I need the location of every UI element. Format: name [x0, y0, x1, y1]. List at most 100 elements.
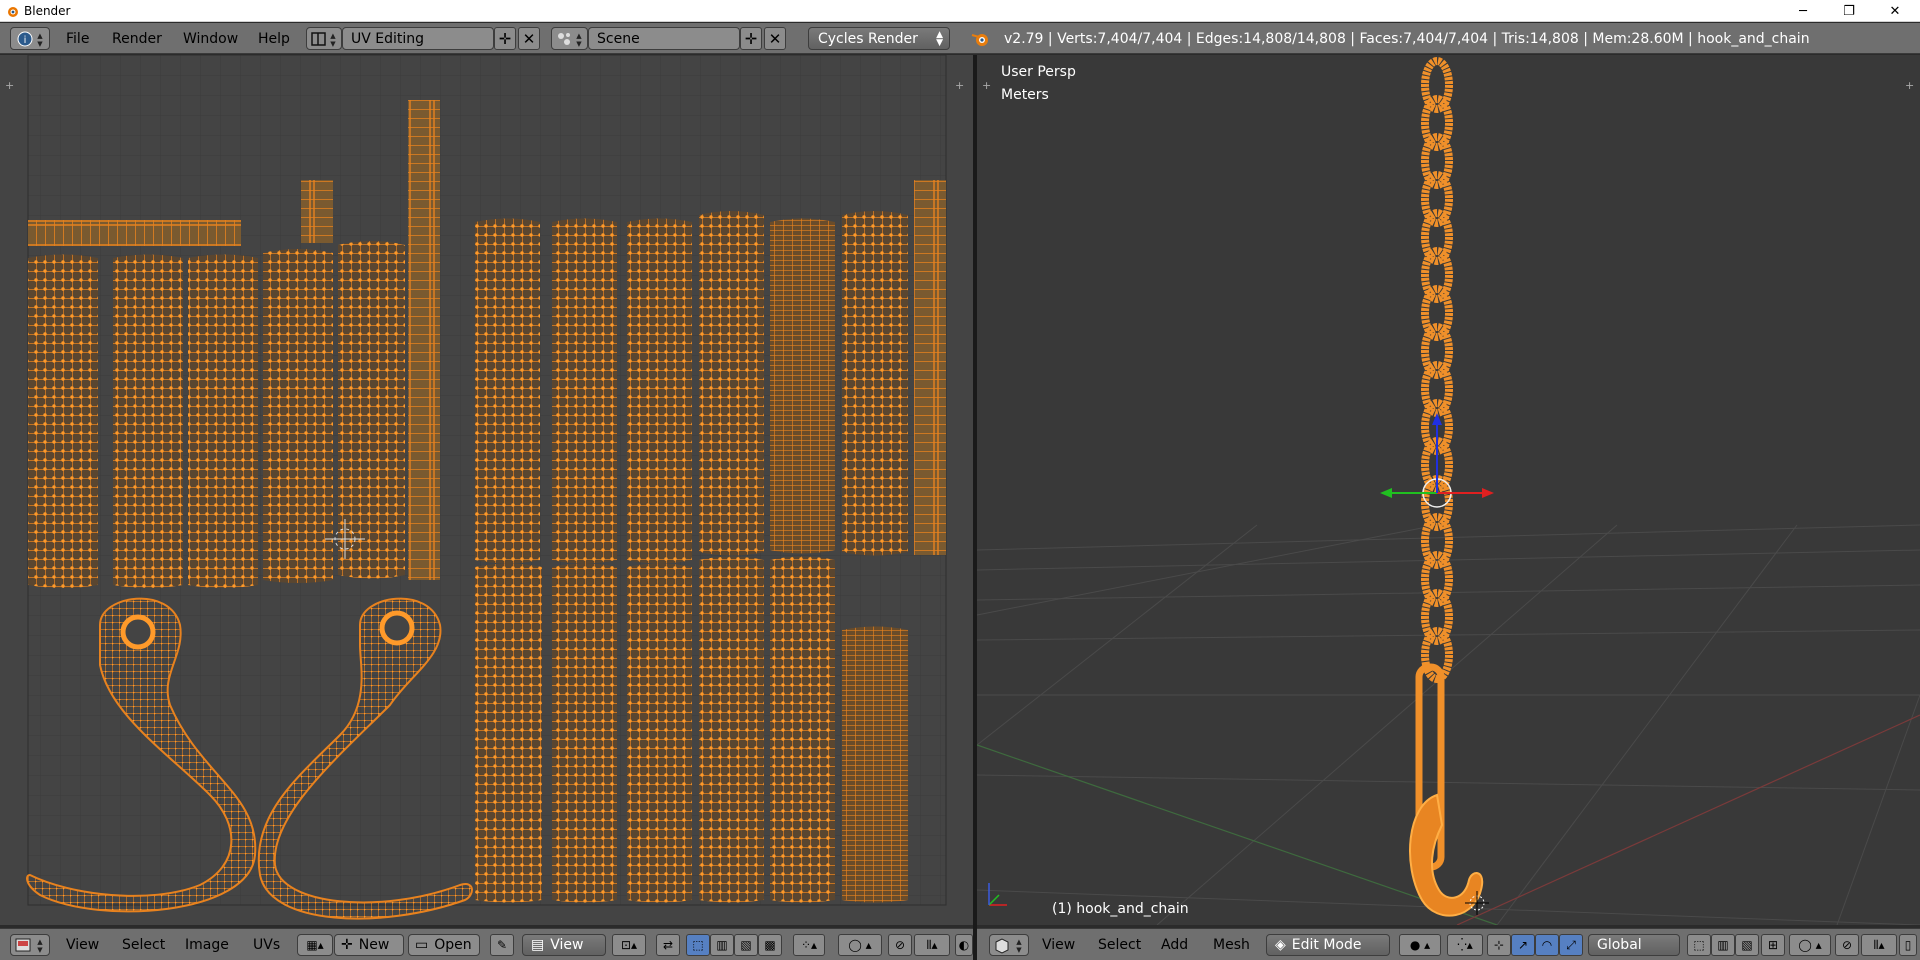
- uv-image-editor[interactable]: + +: [0, 55, 973, 925]
- 3d-menu-add[interactable]: Add: [1157, 934, 1192, 956]
- pin-icon: ✎: [496, 938, 508, 952]
- open-image-button[interactable]: ▭ Open: [408, 934, 480, 956]
- solid-shading-icon: ● ▴: [1409, 938, 1431, 952]
- face-select-mode-button[interactable]: ▧: [734, 934, 758, 956]
- editor-type-selector[interactable]: ▲ ▼: [989, 934, 1029, 956]
- blender-logo-icon: [8, 6, 18, 17]
- render-pass-button[interactable]: ◐: [955, 934, 973, 956]
- snap-toggle-button[interactable]: ⊘: [1835, 934, 1859, 956]
- snap-icon: ⊘: [1841, 938, 1853, 952]
- properties-toggle-icon[interactable]: +: [955, 79, 964, 92]
- proportional-editing-dropdown[interactable]: ◯ ▴: [1789, 934, 1831, 956]
- new-image-label: New: [358, 937, 390, 953]
- render-layer-icon: ◐: [958, 938, 970, 952]
- scene-icon: ▲▼: [557, 32, 582, 48]
- 3d-viewport[interactable]: + + User Persp Meters (1) hook_and_chain: [977, 55, 1920, 925]
- edge-select-icon: ▥: [1717, 938, 1729, 952]
- close-button[interactable]: ✕: [1872, 0, 1918, 22]
- image-icon: ▦▴: [306, 938, 324, 952]
- editor-type-selector[interactable]: i ▲ ▼: [10, 27, 50, 50]
- viewport-shading-dropdown[interactable]: ● ▴: [1399, 934, 1441, 956]
- 3d-menu-select[interactable]: Select: [1094, 934, 1145, 956]
- svg-text:▲: ▲: [37, 938, 43, 946]
- scene-browse-button[interactable]: ▲ ▼: [551, 27, 588, 50]
- render-engine-label: Cycles Render: [818, 30, 918, 47]
- view-mode-dropdown[interactable]: ▤ View: [522, 934, 606, 956]
- uv-menu-view[interactable]: View: [62, 934, 103, 956]
- uv-menu-image[interactable]: Image: [181, 934, 233, 956]
- translate-manipulator-button[interactable]: ↗: [1511, 934, 1535, 956]
- proportional-editing-icon: ◯ ▴: [848, 938, 872, 952]
- manipulator-icon: ⊹: [1493, 938, 1505, 952]
- menu-render[interactable]: Render: [108, 27, 166, 50]
- uv-island: [699, 556, 764, 903]
- image-browse-button[interactable]: ▦▴: [297, 934, 333, 956]
- svg-text:▲: ▲: [37, 32, 43, 40]
- transform-orientation-dropdown[interactable]: Global: [1588, 934, 1680, 956]
- delete-scene-button[interactable]: ✕: [764, 27, 786, 50]
- vertex-select-mode-button[interactable]: ⬚: [1687, 934, 1711, 956]
- uv-island: [770, 556, 835, 903]
- add-scene-button[interactable]: ✛: [740, 27, 762, 50]
- scale-manipulator-button[interactable]: ⤢: [1559, 934, 1583, 956]
- 3d-menu-mesh[interactable]: Mesh: [1209, 934, 1254, 956]
- vertex-select-mode-button[interactable]: ⬚: [686, 934, 710, 956]
- view-mode-label: View: [550, 937, 584, 953]
- plus-icon: ✛: [498, 29, 512, 48]
- render-engine-dropdown[interactable]: Cycles Render ▲ ▼: [808, 27, 950, 50]
- uv-editor-header: ▲ ▼ View Select Image UVs ▦▴ ✛ New ▭ Open ✎…: [0, 928, 973, 960]
- toolshelf-toggle-icon[interactable]: +: [5, 79, 14, 92]
- transform-manipulator[interactable]: [1380, 413, 1494, 508]
- render-preview-button[interactable]: ▯: [1899, 934, 1917, 956]
- screen-layout-icon: ▲▼: [311, 32, 336, 48]
- limit-selection-visible-button[interactable]: ⊞: [1761, 934, 1785, 956]
- viewport-canvas[interactable]: + +: [977, 55, 1920, 925]
- view-name-label: User Persp: [1001, 64, 1076, 80]
- screen-layout-field[interactable]: UV Editing: [342, 27, 494, 50]
- editor-type-selector[interactable]: ▲ ▼: [10, 934, 50, 956]
- menu-file[interactable]: File: [62, 27, 93, 50]
- snap-element-dropdown[interactable]: ⫴▴: [1861, 934, 1897, 956]
- scene-field[interactable]: Scene: [588, 27, 740, 50]
- sync-selection-button[interactable]: ⇄: [656, 934, 680, 956]
- delete-screen-button[interactable]: ✕: [518, 27, 540, 50]
- blender-logo-icon: [971, 34, 988, 46]
- minimize-button[interactable]: ─: [1780, 0, 1826, 22]
- island-select-icon: ▩: [764, 938, 776, 952]
- uv-menu-select[interactable]: Select: [118, 934, 169, 956]
- edge-select-mode-button[interactable]: ▥: [1711, 934, 1735, 956]
- uv-menu-uvs[interactable]: UVs: [249, 934, 284, 956]
- face-select-icon: ▧: [1741, 938, 1753, 952]
- sticky-selection-dropdown[interactable]: ⁘▴: [793, 934, 825, 956]
- menu-help[interactable]: Help: [254, 27, 294, 50]
- rotate-manipulator-button[interactable]: ◠: [1535, 934, 1559, 956]
- add-screen-button[interactable]: ✛: [494, 27, 516, 50]
- face-select-mode-button[interactable]: ▧: [1735, 934, 1759, 956]
- maximize-button[interactable]: ❐: [1826, 0, 1872, 22]
- uv-island: [408, 100, 440, 580]
- uv-island: [475, 563, 542, 903]
- uv-image-editor-icon: ▲▼: [15, 938, 43, 954]
- toolshelf-toggle-icon[interactable]: +: [982, 79, 991, 92]
- uv-island: [842, 211, 908, 556]
- snap-target-dropdown[interactable]: ⫴▴: [914, 934, 950, 956]
- menu-window[interactable]: Window: [179, 27, 242, 50]
- screen-layout-browse-button[interactable]: ▲ ▼: [306, 27, 342, 50]
- proportional-editing-dropdown[interactable]: ◯ ▴: [838, 934, 882, 956]
- pivot-dropdown[interactable]: ⊡▴: [612, 934, 646, 956]
- new-image-button[interactable]: ✛ New: [334, 934, 404, 956]
- hook-and-chain-mesh[interactable]: [1421, 57, 1453, 683]
- 3d-menu-view[interactable]: View: [1038, 934, 1079, 956]
- island-select-mode-button[interactable]: ▩: [758, 934, 782, 956]
- manipulator-toggle-button[interactable]: ⊹: [1487, 934, 1511, 956]
- edge-select-mode-button[interactable]: ▥: [710, 934, 734, 956]
- pin-image-button[interactable]: ✎: [490, 934, 514, 956]
- folder-icon: ▭: [415, 937, 429, 953]
- uv-canvas[interactable]: + +: [0, 55, 973, 925]
- pivot-point-dropdown[interactable]: ⁛▴: [1447, 934, 1483, 956]
- snap-toggle-button[interactable]: ⊘: [888, 934, 912, 956]
- object-name-label: (1) hook_and_chain: [1052, 901, 1189, 917]
- scale-icon: ⤢: [1566, 937, 1576, 952]
- properties-toggle-icon[interactable]: +: [1905, 79, 1914, 92]
- interaction-mode-dropdown[interactable]: ◈ Edit Mode: [1266, 934, 1390, 956]
